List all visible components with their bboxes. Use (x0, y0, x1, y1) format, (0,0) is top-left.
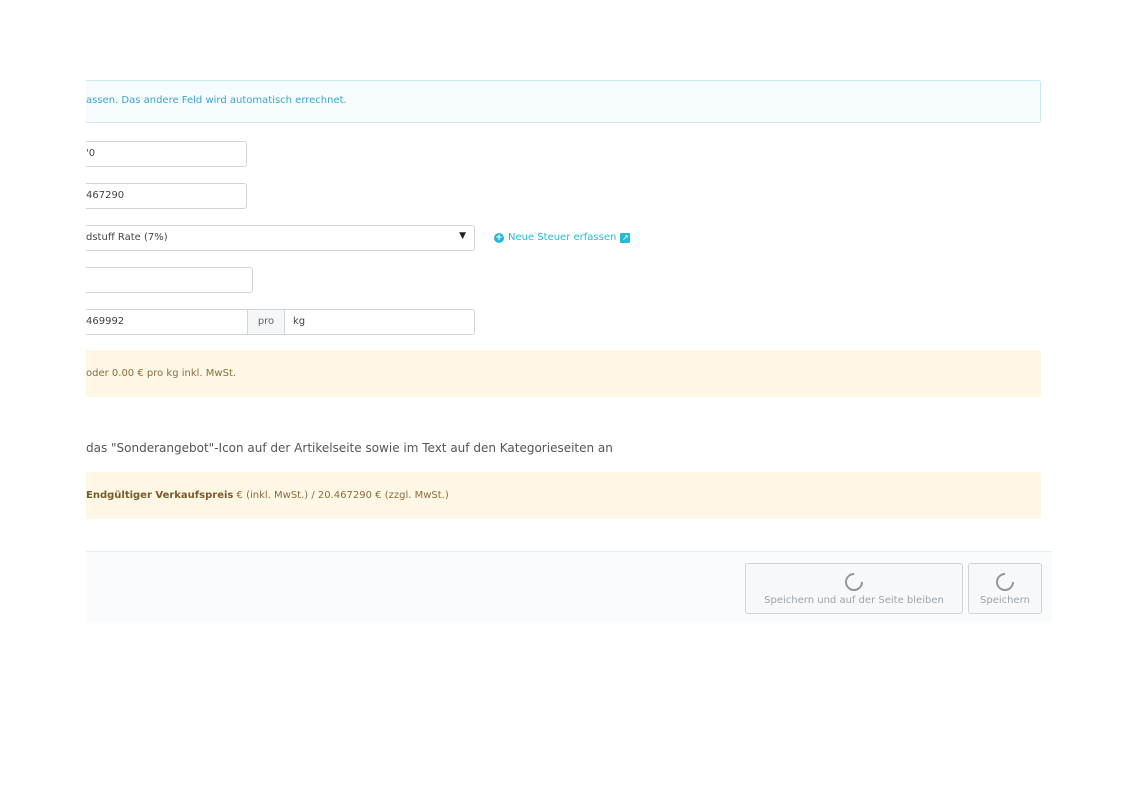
final-price-values: € (inkl. MwSt.) / 20.467290 € (zzgl. MwS… (233, 490, 449, 501)
special-offer-text: das "Sonderangebot"-Icon auf der Artikel… (86, 441, 613, 455)
final-price-note: Endgültiger Verkaufspreis € (inkl. MwSt.… (86, 472, 1041, 519)
save-and-stay-button[interactable]: Speichern und auf der Seite bleiben (745, 563, 963, 614)
form-footer: Speichern und auf der Seite bleiben Spei… (86, 551, 1052, 622)
unit-price-group: 469992 pro kg (86, 309, 475, 335)
unit-price-note-text: oder 0.00 € pro kg inkl. MwSt. (86, 368, 237, 379)
price-incl-input[interactable]: 467290 (86, 183, 247, 209)
final-price-text: Endgültiger Verkaufspreis € (inkl. MwSt.… (86, 490, 449, 501)
unit-addon-label: pro (247, 309, 285, 335)
unit-price-empty-input[interactable] (86, 267, 253, 293)
save-label: Speichern (980, 595, 1030, 606)
price-excl-value: '0 (86, 148, 96, 159)
unit-value: kg (293, 316, 306, 327)
unit-price-value: 469992 (86, 316, 125, 327)
plus-circle-icon: + (494, 232, 504, 243)
unit-input[interactable]: kg (284, 309, 475, 335)
save-and-stay-label: Speichern und auf der Seite bleiben (764, 595, 944, 606)
unit-price-input[interactable]: 469992 (86, 309, 247, 335)
price-incl-value: 467290 (86, 190, 125, 201)
external-link-icon: ↗ (620, 232, 631, 243)
loading-spinner-icon (992, 569, 1018, 595)
new-tax-link-label: Neue Steuer erfassen (508, 232, 617, 243)
tax-rule-value: dstuff Rate (7%) (86, 232, 168, 243)
pricing-panel: assen. Das andere Feld wird automatisch … (86, 0, 1052, 793)
save-button[interactable]: Speichern (968, 563, 1042, 614)
caret-down-icon: ▼ (459, 231, 466, 241)
new-tax-link[interactable]: + Neue Steuer erfassen ↗ (494, 232, 631, 243)
tax-rule-select[interactable]: dstuff Rate (7%) ▼ (86, 225, 475, 251)
unit-price-note: oder 0.00 € pro kg inkl. MwSt. (86, 350, 1041, 397)
info-alert-text: assen. Das andere Feld wird automatisch … (86, 95, 347, 106)
loading-spinner-icon (841, 569, 867, 595)
info-alert: assen. Das andere Feld wird automatisch … (86, 80, 1041, 123)
price-excl-input[interactable]: '0 (86, 141, 247, 167)
final-price-label: Endgültiger Verkaufspreis (86, 490, 234, 501)
